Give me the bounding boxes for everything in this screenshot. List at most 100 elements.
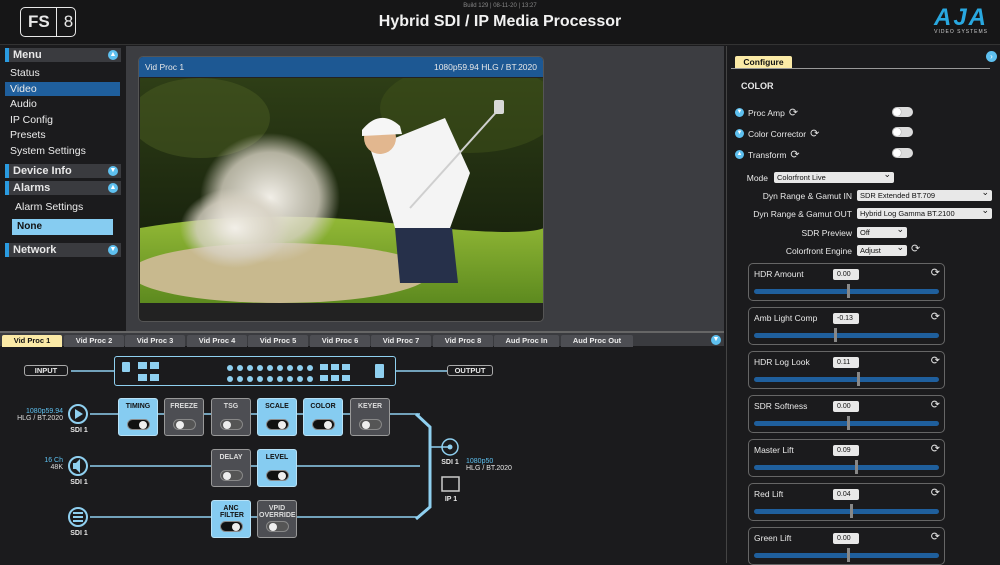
- hdr-amount-value[interactable]: 0.00: [833, 269, 859, 280]
- video-preview-area: Vid Proc 1 1080p59.94 HLG / BT.2020: [126, 46, 724, 331]
- hdr-log-look-handle[interactable]: [856, 372, 860, 386]
- sidebar-item-ip-config[interactable]: IP Config: [10, 114, 53, 126]
- sidebar-item-audio[interactable]: Audio: [10, 98, 37, 110]
- refresh-icon[interactable]: ⟳: [931, 354, 940, 367]
- sidebar-item-video[interactable]: Video: [5, 82, 120, 96]
- network-section-header[interactable]: Network ▼: [5, 243, 121, 257]
- vpid-override-label: VPID OVERRIDE: [259, 505, 296, 519]
- refresh-icon[interactable]: ⟳: [931, 398, 940, 411]
- amb-light-comp-handle[interactable]: [834, 328, 838, 342]
- input-audio-format: 16 Ch 48K: [44, 457, 63, 471]
- hdr-log-look-value[interactable]: 0.11: [833, 357, 859, 368]
- keyer-label: KEYER: [357, 403, 383, 410]
- chevron-down-icon[interactable]: ▼: [108, 245, 118, 255]
- device-info-section-header[interactable]: Device Info ▼: [5, 164, 121, 178]
- refresh-icon[interactable]: ⟳: [931, 486, 940, 499]
- freeze-block[interactable]: FREEZE: [164, 398, 204, 436]
- dyn-range-out-select[interactable]: Hybrid Log Gamma BT.2100: [857, 205, 992, 219]
- chevron-right-icon[interactable]: ›: [986, 51, 997, 62]
- color-toggle[interactable]: [312, 419, 335, 430]
- tab-vid-proc-4[interactable]: Vid Proc 4: [187, 335, 247, 347]
- master-lift-value[interactable]: 0.09: [833, 445, 859, 456]
- sidebar-item-system-settings[interactable]: System Settings: [10, 145, 86, 157]
- alarms-section-header[interactable]: Alarms ▲: [5, 181, 121, 195]
- chevron-up-icon[interactable]: ▲: [108, 183, 118, 193]
- hdr-log-look-track[interactable]: [754, 377, 939, 382]
- refresh-icon[interactable]: ⟳: [931, 442, 940, 455]
- amb-light-comp-track[interactable]: [754, 333, 939, 338]
- sidebar-item-presets[interactable]: Presets: [10, 129, 46, 141]
- video-preview: Vid Proc 1 1080p59.94 HLG / BT.2020: [138, 56, 544, 322]
- refresh-icon[interactable]: ⟳: [810, 127, 819, 140]
- refresh-icon[interactable]: ⟳: [789, 106, 798, 119]
- tab-vid-proc-7[interactable]: Vid Proc 7: [371, 335, 431, 347]
- sdr-softness-handle[interactable]: [846, 416, 850, 430]
- anc-filter-block[interactable]: ANC FILTER: [211, 500, 251, 538]
- mode-select[interactable]: Colorfront Live: [774, 169, 894, 183]
- tsg-block[interactable]: TSG: [211, 398, 251, 436]
- level-toggle[interactable]: [266, 470, 289, 481]
- scale-toggle[interactable]: [266, 419, 289, 430]
- input-anc-source: SDI 1: [70, 530, 88, 537]
- refresh-icon[interactable]: ⟳: [931, 266, 940, 279]
- chevron-up-icon[interactable]: ▲: [735, 150, 744, 159]
- tsg-toggle[interactable]: [220, 419, 243, 430]
- sidebar-item-status[interactable]: Status: [10, 67, 40, 79]
- alarm-status-none[interactable]: None: [12, 219, 113, 235]
- refresh-icon[interactable]: ⟳: [911, 242, 920, 255]
- green-lift-value[interactable]: 0.00: [833, 533, 859, 544]
- vpid-override-toggle[interactable]: [266, 521, 289, 532]
- delay-toggle[interactable]: [220, 470, 243, 481]
- tab-vid-proc-8[interactable]: Vid Proc 8: [433, 335, 493, 347]
- sdr-softness-value[interactable]: 0.00: [833, 401, 859, 412]
- tab-vid-proc-1[interactable]: Vid Proc 1: [2, 335, 62, 347]
- green-lift-handle[interactable]: [846, 548, 850, 562]
- tab-vid-proc-6[interactable]: Vid Proc 6: [310, 335, 370, 347]
- timing-block[interactable]: TIMING: [118, 398, 158, 436]
- dyn-range-in-select[interactable]: SDR Extended BT.709: [857, 187, 992, 201]
- master-lift-handle[interactable]: [854, 460, 858, 474]
- chevron-up-icon[interactable]: ▲: [108, 50, 118, 60]
- scale-block[interactable]: SCALE: [257, 398, 297, 436]
- refresh-icon[interactable]: ⟳: [790, 148, 799, 161]
- refresh-icon[interactable]: ⟳: [931, 310, 940, 323]
- chevron-down-icon[interactable]: ▼: [108, 166, 118, 176]
- tab-vid-proc-2[interactable]: Vid Proc 2: [64, 335, 124, 347]
- freeze-toggle[interactable]: [173, 419, 196, 430]
- amb-light-comp-value[interactable]: -0.13: [833, 313, 859, 324]
- proc-amp-row: ▼ Proc Amp ⟳: [735, 106, 798, 119]
- colorfront-engine-select[interactable]: Adjust: [857, 242, 907, 256]
- master-lift-track[interactable]: [754, 465, 939, 470]
- tab-aud-proc-in[interactable]: Aud Proc In: [494, 335, 559, 347]
- refresh-icon[interactable]: ⟳: [931, 530, 940, 543]
- chevron-down-icon[interactable]: ▼: [735, 129, 744, 138]
- level-block[interactable]: LEVEL: [257, 449, 297, 487]
- red-lift-track[interactable]: [754, 509, 939, 514]
- chevron-down-icon[interactable]: ▼: [711, 335, 721, 345]
- menu-section-header[interactable]: Menu ▲: [5, 48, 121, 62]
- tab-vid-proc-3[interactable]: Vid Proc 3: [125, 335, 185, 347]
- chevron-down-icon[interactable]: ▼: [735, 108, 744, 117]
- timing-toggle[interactable]: [127, 419, 150, 430]
- device-info-label: Device Info: [13, 165, 72, 177]
- hdr-amount-handle[interactable]: [846, 284, 850, 298]
- delay-block[interactable]: DELAY: [211, 449, 251, 487]
- transform-toggle[interactable]: [892, 148, 913, 158]
- proc-amp-toggle[interactable]: [892, 107, 913, 117]
- video-format: 1080p59.94 HLG / BT.2020: [433, 62, 537, 72]
- vpid-override-block[interactable]: VPID OVERRIDE: [257, 500, 297, 538]
- red-lift-handle[interactable]: [850, 504, 854, 518]
- keyer-toggle[interactable]: [359, 419, 382, 430]
- red-lift-value[interactable]: 0.04: [833, 489, 859, 500]
- tab-vid-proc-5[interactable]: Vid Proc 5: [248, 335, 308, 347]
- scale-label: SCALE: [265, 403, 289, 410]
- build-info: Build 129 | 08-11-20 | 13:27: [463, 3, 537, 9]
- sdr-preview-select[interactable]: Off: [857, 224, 907, 238]
- color-block[interactable]: COLOR: [303, 398, 343, 436]
- red-lift-label: Red Lift: [754, 489, 784, 499]
- keyer-block[interactable]: KEYER: [350, 398, 390, 436]
- anc-filter-toggle[interactable]: [220, 521, 243, 532]
- sidebar-item-alarm-settings[interactable]: Alarm Settings: [15, 201, 83, 213]
- tab-aud-proc-out[interactable]: Aud Proc Out: [561, 335, 633, 347]
- color-corrector-toggle[interactable]: [892, 127, 913, 137]
